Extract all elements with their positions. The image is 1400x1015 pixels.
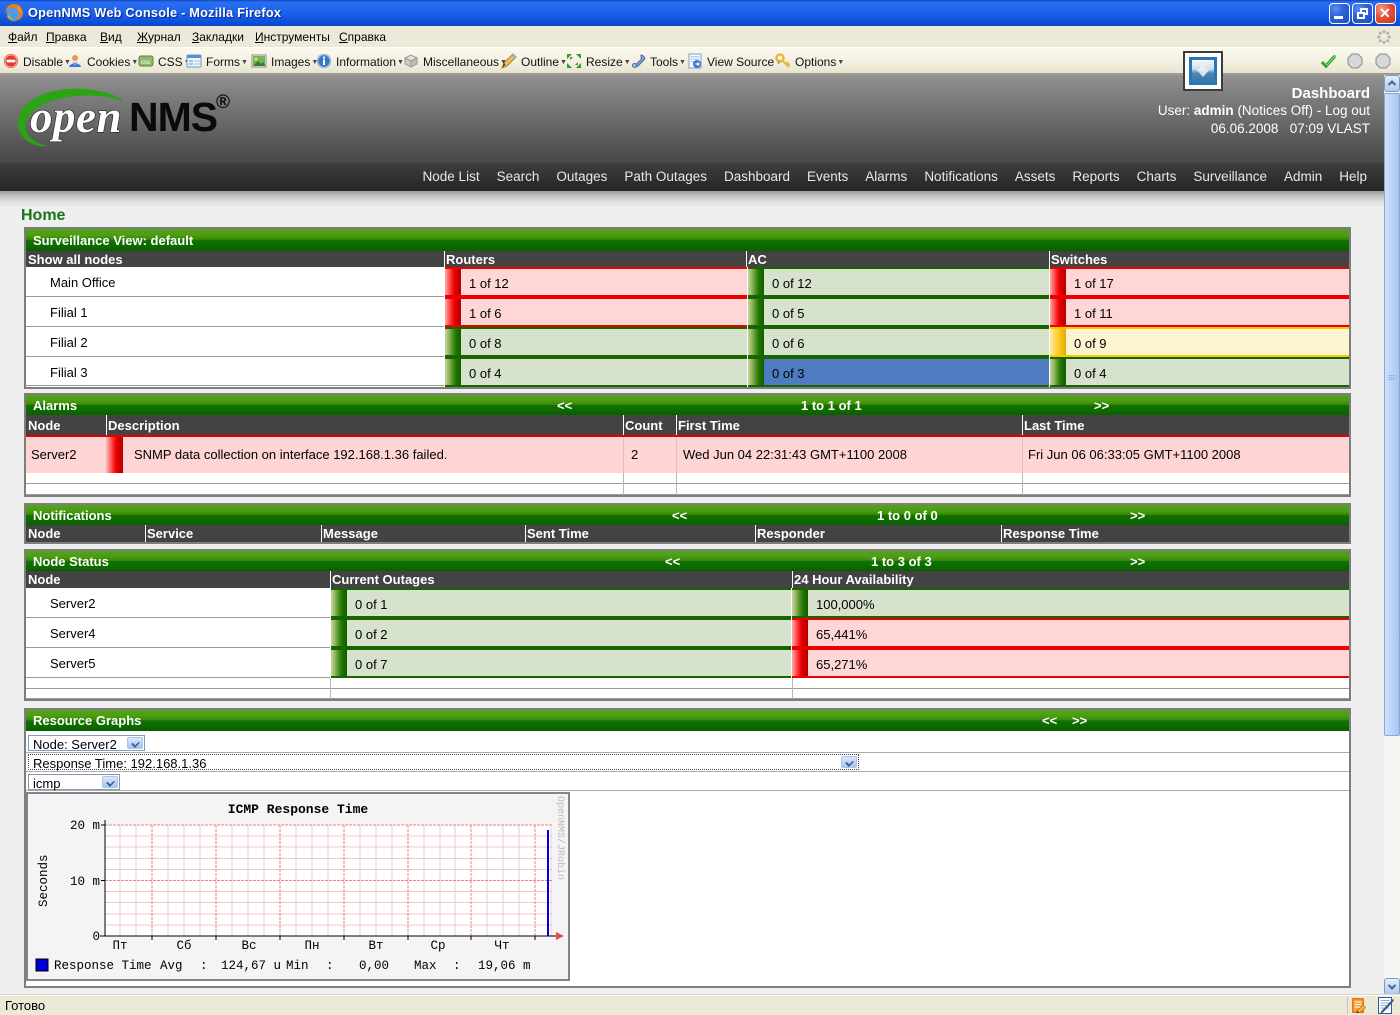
- svg-text:open: open: [30, 92, 122, 142]
- svg-text:Seconds: Seconds: [37, 854, 51, 907]
- svg-text:ICMP Response Time: ICMP Response Time: [228, 802, 369, 817]
- svg-text:0: 0: [92, 930, 100, 944]
- svg-text:Ср: Ср: [430, 939, 445, 953]
- svg-text::: :: [326, 959, 334, 973]
- svg-text:124,67 u: 124,67 u: [221, 959, 281, 973]
- svg-text::: :: [453, 959, 461, 973]
- svg-text:0,00: 0,00: [359, 959, 389, 973]
- svg-text::: :: [200, 959, 208, 973]
- svg-text:10 m: 10 m: [70, 875, 100, 889]
- svg-text:Min: Min: [286, 959, 309, 973]
- svg-text:Сб: Сб: [176, 939, 191, 953]
- svg-text:20 m: 20 m: [70, 819, 100, 833]
- svg-text:Вс: Вс: [241, 939, 256, 953]
- svg-text:css: css: [141, 60, 150, 66]
- svg-text:19,06 m: 19,06 m: [478, 959, 531, 973]
- svg-text:Response Time: Response Time: [54, 959, 152, 973]
- svg-text:Пн: Пн: [304, 939, 319, 953]
- svg-text:Max: Max: [414, 959, 437, 973]
- svg-text:NMS: NMS: [129, 94, 217, 140]
- svg-text:Пт: Пт: [112, 939, 127, 953]
- svg-text:Avg: Avg: [160, 959, 183, 973]
- svg-text:®: ®: [216, 92, 230, 113]
- svg-text:Вт: Вт: [368, 939, 383, 953]
- svg-text:Чт: Чт: [494, 939, 509, 953]
- svg-text:OpenNMS/JRobin: OpenNMS/JRobin: [554, 796, 566, 880]
